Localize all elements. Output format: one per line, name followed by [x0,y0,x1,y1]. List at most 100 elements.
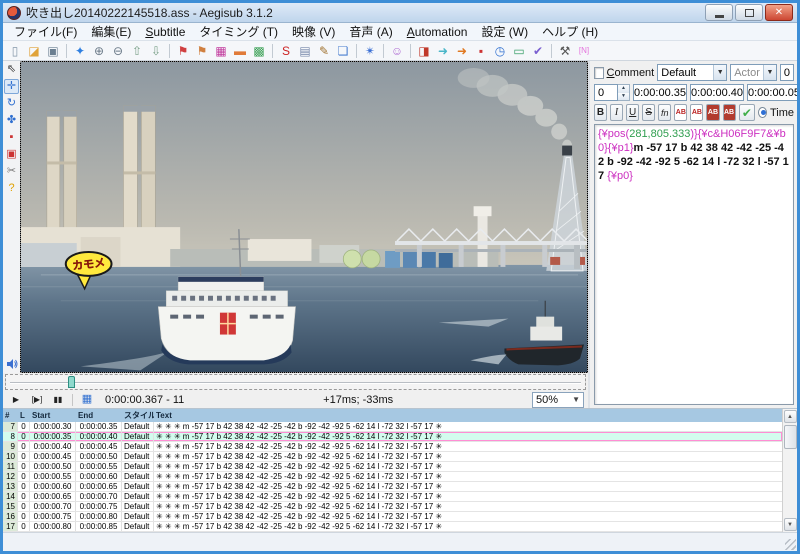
resize-grip[interactable] [785,539,796,550]
vector-clip-tool-icon[interactable]: ✂ [4,164,19,179]
table-row[interactable]: 15 0 0:00:00.70 0:00:00.75 Default ✳ ✳ ✳ m -5… [3,502,782,512]
chevron-down-icon[interactable]: ▼ [713,65,727,80]
table-row[interactable]: 10 0 0:00:00.45 0:00:00.50 Default ✳ ✳ ✳ m -5… [3,452,782,462]
restore-button[interactable] [735,4,763,21]
resample-resolution-icon[interactable]: ▩ [250,42,268,59]
column-header[interactable]: # [3,411,18,420]
time-radio[interactable] [758,107,767,118]
keyframe-next-icon[interactable]: ⚑ [193,42,211,59]
shadow-color-button[interactable]: AB [722,104,736,121]
menu-item[interactable]: 編集(E) [84,22,138,41]
scroll-thumb[interactable] [783,425,797,449]
volume-icon[interactable] [4,356,19,371]
comment-checkbox[interactable] [594,66,604,79]
translation-assistant-icon[interactable]: ❏ [334,42,352,59]
layer-stepper[interactable]: 0 ▲ ▼ [594,84,630,101]
margin-field[interactable]: 0 [779,64,794,81]
styling-assistant-icon[interactable]: ✎ [315,42,333,59]
table-row[interactable]: 17 0 0:00:00.80 0:00:00.85 Default ✳ ✳ ✳ m -5… [3,522,782,532]
bold-button[interactable]: B [594,104,608,121]
rotate-xy-tool-icon[interactable]: ✤ [4,113,19,128]
auto-seek-video-icon[interactable]: ▦ [78,392,96,407]
table-row[interactable]: 13 0 0:00:00.60 0:00:00.65 Default ✳ ✳ ✳ m -5… [3,482,782,492]
commit-button[interactable]: ✔ [738,104,756,121]
end-time-field[interactable]: 0:00:00.40 [690,84,744,101]
table-row[interactable]: 16 0 0:00:00.75 0:00:00.80 Default ✳ ✳ ✳ m -5… [3,512,782,522]
scroll-down-icon[interactable]: ▼ [783,518,797,531]
help-tool-icon[interactable]: ? [4,181,19,196]
automation-icon[interactable]: ✴ [361,42,379,59]
clip-tool-icon[interactable]: ▣ [4,147,19,162]
table-row[interactable]: 14 0 0:00:00.65 0:00:00.70 Default ✳ ✳ ✳ m -5… [3,492,782,502]
script-resolution-icon[interactable]: ▭ [510,42,528,59]
new-file-icon[interactable]: ▯ [6,42,24,59]
menu-item[interactable]: Automation [400,24,475,40]
subtitle-text-editor[interactable]: {¥pos(281,805.333)}{¥c&H06F9F7&¥b0}{¥p1}… [594,124,794,405]
table-row[interactable]: 7 0 0:00:00.30 0:00:00.35 Default ✳ ✳ ✳ m -57… [3,422,782,432]
italic-button[interactable]: I [610,104,624,121]
spell-checker-icon[interactable]: S [277,42,295,59]
primary-color-button[interactable]: AB [674,104,688,121]
title-bar[interactable]: 吹き出し20140222145518.ass - Aegisub 3.1.2 ✕ [3,3,797,23]
shift-clock-icon[interactable]: ◷ [491,42,509,59]
video-seek-bar[interactable] [5,374,586,391]
column-header[interactable]: End [76,411,122,420]
options-icon[interactable]: ⚒ [556,42,574,59]
column-header[interactable]: Text [154,411,782,420]
jump-to-icon[interactable]: ✦ [71,42,89,59]
check-updates-icon[interactable]: ✔ [529,42,547,59]
play-line-button[interactable]: [▶] [28,392,46,407]
drag-tool-icon[interactable]: ✛ [4,79,19,94]
menu-item[interactable]: 映像 (V) [285,22,342,41]
table-row[interactable]: 9 0 0:00:00.40 0:00:00.45 Default ✳ ✳ ✳ m -57… [3,442,782,452]
close-button[interactable]: ✕ [765,4,793,21]
strikeout-button[interactable]: S [642,104,656,121]
start-time-field[interactable]: 0:00:00.35 [633,84,687,101]
kanji-timer-icon[interactable]: ➜ [453,42,471,59]
pause-button[interactable]: ▮▮ [49,392,67,407]
open-file-icon[interactable]: ◪ [25,42,43,59]
zoom-out-icon[interactable]: ⊖ [109,42,127,59]
keyframe-prev-icon[interactable]: ⚑ [174,42,192,59]
menu-item[interactable]: ヘルプ (H) [535,22,605,41]
snap-icon[interactable]: ▪ [472,42,490,59]
timing-postprocessor-icon[interactable]: ➜ [434,42,452,59]
style-select[interactable]: Default ▼ [657,64,728,81]
spin-down-icon[interactable]: ▼ [618,92,629,100]
scale-tool-icon[interactable]: ▪ [4,130,19,145]
about-icon[interactable]: ☺ [388,42,406,59]
sort-start-icon[interactable]: ⇧ [128,42,146,59]
menu-item[interactable]: Subtitle [138,24,192,40]
spin-up-icon[interactable]: ▲ [618,85,629,93]
chevron-down-icon[interactable]: ▼ [762,65,776,80]
column-header[interactable]: Start [30,411,76,420]
menu-item[interactable]: 音声 (A) [342,22,399,41]
column-header[interactable]: L [18,411,30,420]
zoom-in-icon[interactable]: ⊕ [90,42,108,59]
menu-item[interactable]: 設定 (W) [474,22,535,41]
styles-manager-icon[interactable]: ▦ [212,42,230,59]
menu-item[interactable]: ファイル(F) [7,22,84,41]
video-display[interactable]: カモメ [20,61,588,374]
video-zoom-select[interactable]: 50% ▼ [532,391,584,408]
column-header[interactable]: スタイル [122,410,154,421]
play-button[interactable]: ▶ [7,392,25,407]
seek-handle[interactable] [68,376,75,389]
save-file-icon[interactable]: ▣ [44,42,62,59]
minimize-button[interactable] [705,4,733,21]
toggle-tags-icon[interactable]: [N] [575,42,593,59]
shift-times-icon[interactable]: ◨ [415,42,433,59]
table-row[interactable]: 11 0 0:00:00.50 0:00:00.55 Default ✳ ✳ ✳ m -5… [3,462,782,472]
outline-color-button[interactable]: AB [706,104,720,121]
script-properties-icon[interactable]: ▤ [296,42,314,59]
underline-button[interactable]: U [626,104,640,121]
cursor-tool-icon[interactable]: ⇖ [4,62,19,77]
duration-field[interactable]: 0:00:00.05 [747,84,797,101]
table-row[interactable]: 8 0 0:00:00.35 0:00:00.40 Default ✳ ✳ ✳ m -57… [3,432,782,442]
sort-end-icon[interactable]: ⇩ [147,42,165,59]
table-row[interactable]: 12 0 0:00:00.55 0:00:00.60 Default ✳ ✳ ✳ m -5… [3,472,782,482]
actor-select[interactable]: Actor ▼ [730,64,777,81]
attachments-icon[interactable]: ▬ [231,42,249,59]
menu-item[interactable]: タイミング (T) [192,22,285,41]
grid-scrollbar[interactable]: ▲ ▼ [782,409,797,532]
